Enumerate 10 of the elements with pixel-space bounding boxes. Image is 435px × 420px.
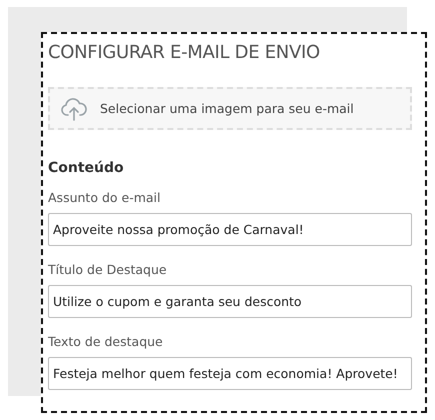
field-label: Assunto do e-mail [48, 190, 162, 207]
section-heading: Conteúdo [48, 160, 125, 176]
field-label: Texto de destaque [48, 334, 164, 351]
cloud-upload-icon [60, 96, 88, 120]
input-field[interactable]: Aproveite nossa promoção de Carnaval! [48, 213, 412, 246]
input-field[interactable]: Festeja melhor quem festeja com economia! Aprovete! [48, 357, 412, 390]
field-label: Título de Destaque [48, 262, 168, 279]
image-upload-button[interactable]: Selecionar uma imagem para seu e-mail [48, 87, 412, 130]
input-field[interactable]: Utilize o cupom e garanta seu desconto [48, 285, 412, 318]
page-title: CONFIGURAR E-MAIL DE ENVIO [48, 41, 321, 65]
